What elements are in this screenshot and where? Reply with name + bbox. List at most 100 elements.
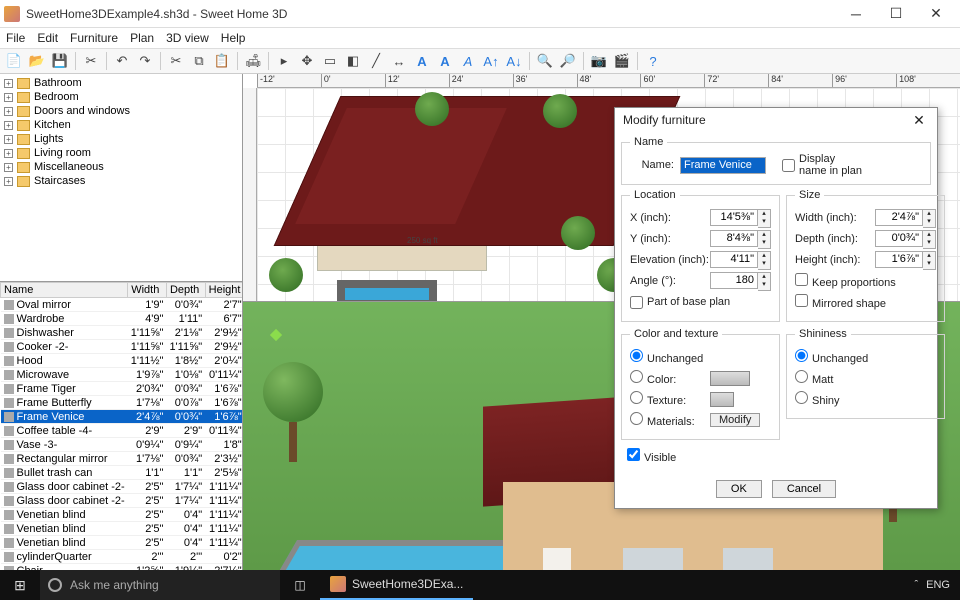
ct-unchanged-radio[interactable]: Unchanged	[630, 349, 771, 365]
tree-node[interactable]: +Doors and windows	[2, 104, 240, 118]
expand-icon[interactable]: +	[4, 93, 13, 102]
polyline-icon[interactable]: ╱	[366, 51, 386, 71]
menu-edit[interactable]: Edit	[37, 31, 58, 45]
table-row[interactable]: Dishwasher1'11⅝"2'1⅛"2'9½"	[1, 326, 243, 340]
col-depth[interactable]: Depth	[166, 283, 205, 298]
modify-materials-button[interactable]: Modify	[710, 413, 760, 427]
open-icon[interactable]: 📂	[27, 51, 47, 71]
ct-color-radio[interactable]: Color:	[630, 370, 710, 386]
table-row[interactable]: Bullet trash can1'1"1'1"2'5⅛"	[1, 466, 243, 480]
table-row[interactable]: Oval mirror1'9"0'0¾"2'7"	[1, 298, 243, 312]
ct-texture-radio[interactable]: Texture:	[630, 391, 710, 407]
dialog-titlebar[interactable]: Modify furniture ✕	[615, 108, 937, 132]
col-name[interactable]: Name	[1, 283, 128, 298]
compass-icon[interactable]	[253, 312, 299, 358]
menu-furniture[interactable]: Furniture	[70, 31, 118, 45]
wall-icon[interactable]: ▭	[320, 51, 340, 71]
expand-icon[interactable]: +	[4, 177, 13, 186]
cut-icon[interactable]: ✂	[166, 51, 186, 71]
paste-icon[interactable]: 📋	[212, 51, 232, 71]
tray-chevron-icon[interactable]: ˆ	[914, 579, 918, 591]
system-tray[interactable]: ˆ ENG	[904, 579, 960, 591]
shine-unchanged-radio[interactable]: Unchanged	[795, 349, 875, 365]
col-width[interactable]: Width	[128, 283, 167, 298]
text-italic-icon[interactable]: A	[458, 51, 478, 71]
menu-help[interactable]: Help	[221, 31, 246, 45]
depth-field[interactable]: ▴▾	[875, 230, 936, 249]
redo-icon[interactable]: ↷	[135, 51, 155, 71]
x-field[interactable]: ▴▾	[710, 209, 771, 228]
tree-node[interactable]: +Living room	[2, 146, 240, 160]
table-row[interactable]: Frame Tiger2'0¾"0'0¾"1'6⅞"	[1, 382, 243, 396]
lang-indicator[interactable]: ENG	[926, 579, 950, 591]
taskbar-search[interactable]: Ask me anything	[40, 570, 280, 600]
furniture-table[interactable]: Name Width Depth Height Visible Oval mir…	[0, 282, 242, 570]
tree-node[interactable]: +Kitchen	[2, 118, 240, 132]
name-field[interactable]	[680, 157, 766, 174]
text-icon[interactable]: A	[412, 51, 432, 71]
expand-icon[interactable]: +	[4, 79, 13, 88]
width-field[interactable]: ▴▾	[875, 209, 936, 228]
tree-node[interactable]: +Staircases	[2, 174, 240, 188]
table-row[interactable]: Microwave1'9⅞"1'0⅛"0'11¼"	[1, 368, 243, 382]
menu-3dview[interactable]: 3D view	[166, 31, 209, 45]
baseplan-checkbox[interactable]: Part of base plan	[630, 296, 771, 309]
visible-checkbox[interactable]: Visible	[627, 448, 707, 464]
keep-proportions-checkbox[interactable]: Keep proportions	[795, 273, 936, 289]
expand-icon[interactable]: +	[4, 107, 13, 116]
expand-icon[interactable]: +	[4, 135, 13, 144]
text-size-up-icon[interactable]: A↑	[481, 51, 501, 71]
ok-button[interactable]: OK	[716, 480, 762, 498]
minimize-button[interactable]: ─	[836, 0, 876, 28]
copy-icon[interactable]: ⧉	[189, 51, 209, 71]
table-row[interactable]: Frame Butterfly1'7⅛"0'0⅞"1'6⅞"	[1, 396, 243, 410]
table-row[interactable]: Venetian blind2'5"0'4"1'11¼"	[1, 536, 243, 550]
save-icon[interactable]: 💾	[50, 51, 70, 71]
photo-icon[interactable]: 📷	[589, 51, 609, 71]
new-icon[interactable]: 📄	[4, 51, 24, 71]
dimension-icon[interactable]: ↔	[389, 51, 409, 71]
mirrored-checkbox[interactable]: Mirrored shape	[795, 294, 936, 310]
table-row[interactable]: Venetian blind2'5"0'4"1'11¼"	[1, 508, 243, 522]
undo-icon[interactable]: ↶	[112, 51, 132, 71]
tree-node[interactable]: +Lights	[2, 132, 240, 146]
col-height[interactable]: Height	[205, 283, 242, 298]
add-furniture-icon[interactable]: 🛋	[243, 51, 263, 71]
zoom-out-icon[interactable]: 🔎	[558, 51, 578, 71]
table-row[interactable]: Vase -3-0'9¼"0'9¼"1'8"	[1, 438, 243, 452]
shine-matt-radio[interactable]: Matt	[795, 370, 875, 386]
table-row[interactable]: Venetian blind2'5"0'4"1'11¼"	[1, 522, 243, 536]
room-icon[interactable]: ◧	[343, 51, 363, 71]
help-icon[interactable]: ?	[643, 51, 663, 71]
text-bold-icon[interactable]: A	[435, 51, 455, 71]
shine-shiny-radio[interactable]: Shiny	[795, 391, 875, 407]
texture-swatch[interactable]	[710, 392, 734, 407]
expand-icon[interactable]: +	[4, 121, 13, 130]
start-button[interactable]: ⊞	[0, 570, 40, 600]
maximize-button[interactable]: ☐	[876, 0, 916, 28]
menu-file[interactable]: File	[6, 31, 25, 45]
taskbar-app[interactable]: SweetHome3DExa...	[320, 570, 473, 600]
tree-node[interactable]: +Bedroom	[2, 90, 240, 104]
display-name-checkbox[interactable]: Display name in plan	[782, 153, 862, 177]
table-row[interactable]: cylinderQuarter2'"2'"0'2"	[1, 550, 243, 564]
tree-node[interactable]: +Bathroom	[2, 76, 240, 90]
y-field[interactable]: ▴▾	[710, 230, 771, 249]
table-row[interactable]: Coffee table -4-2'9"2'9"0'11¾"	[1, 424, 243, 438]
dialog-close-icon[interactable]: ✕	[909, 112, 929, 129]
close-button[interactable]: ✕	[916, 0, 956, 28]
cancel-button[interactable]: Cancel	[772, 480, 836, 498]
taskview-icon[interactable]: ◫	[280, 578, 320, 592]
table-row[interactable]: Hood1'11½"1'8½"2'0¼"	[1, 354, 243, 368]
table-row[interactable]: Cooker -2-1'11⅝"1'11⅝"2'9½"	[1, 340, 243, 354]
expand-icon[interactable]: +	[4, 149, 13, 158]
expand-icon[interactable]: +	[4, 163, 13, 172]
ct-materials-radio[interactable]: Materials:	[630, 412, 710, 428]
preferences-icon[interactable]: ✂	[81, 51, 101, 71]
menu-plan[interactable]: Plan	[130, 31, 154, 45]
pan-icon[interactable]: ✥	[297, 51, 317, 71]
tree-node[interactable]: +Miscellaneous	[2, 160, 240, 174]
zoom-in-icon[interactable]: 🔍	[535, 51, 555, 71]
select-icon[interactable]: ▸	[274, 51, 294, 71]
table-row[interactable]: Glass door cabinet -2-2'5"1'7¼"1'11¼"	[1, 480, 243, 494]
